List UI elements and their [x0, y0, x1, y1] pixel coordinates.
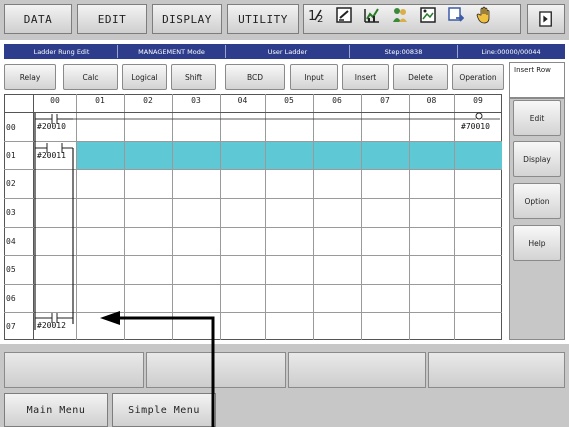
callout-arrow	[100, 311, 215, 427]
